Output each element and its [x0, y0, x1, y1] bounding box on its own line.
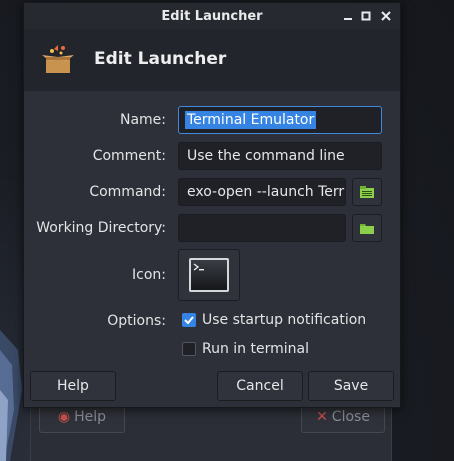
- header-title: Edit Launcher: [94, 49, 227, 69]
- startup-notification-checkbox[interactable]: [182, 313, 196, 327]
- background-help-label: Help: [74, 409, 107, 425]
- maximize-button[interactable]: [359, 9, 373, 23]
- help-button-label: Help: [57, 378, 89, 394]
- name-label: Name:: [119, 112, 166, 128]
- working-directory-browse-button[interactable]: [352, 214, 382, 242]
- dialog-header: Edit Launcher: [24, 29, 400, 91]
- name-field-value: Terminal Emulator: [185, 111, 317, 129]
- help-button[interactable]: Help: [30, 371, 116, 401]
- folder-icon: [360, 224, 374, 234]
- desktop: ◉ Help ✕ Close Edit Launcher Edit Launch…: [0, 0, 454, 461]
- save-button-label: Save: [333, 378, 369, 394]
- checkmark-icon: [184, 316, 194, 325]
- lifebuoy-icon: ◉: [57, 409, 71, 425]
- close-button[interactable]: [379, 9, 393, 23]
- run-in-terminal-label: Run in terminal: [202, 341, 309, 357]
- minimize-icon: [344, 18, 352, 20]
- command-label: Command:: [89, 184, 166, 200]
- command-field-value: exo-open --launch Terr: [187, 184, 345, 200]
- comment-field-value: Use the command line: [187, 148, 345, 164]
- command-field[interactable]: exo-open --launch Terr: [178, 178, 346, 206]
- launcher-package-icon: [42, 45, 74, 73]
- command-browse-icon: [360, 186, 374, 198]
- icon-picker-button[interactable]: [178, 249, 240, 301]
- save-button[interactable]: Save: [308, 371, 394, 401]
- window-title: Edit Launcher: [161, 8, 263, 24]
- run-in-terminal-checkbox[interactable]: [182, 342, 196, 356]
- working-directory-field[interactable]: [178, 214, 346, 242]
- title-bar[interactable]: Edit Launcher: [24, 3, 400, 29]
- run-in-terminal-option[interactable]: Run in terminal: [182, 341, 309, 357]
- comment-field[interactable]: Use the command line: [178, 142, 382, 170]
- name-field[interactable]: Terminal Emulator: [178, 106, 382, 134]
- edit-launcher-dialog: Edit Launcher Edit Launcher Name: Termin…: [23, 2, 401, 408]
- options-label: Options:: [107, 313, 166, 329]
- command-browse-button[interactable]: [352, 178, 382, 206]
- startup-notification-label: Use startup notification: [202, 312, 367, 328]
- comment-label: Comment:: [92, 148, 166, 164]
- minimize-button[interactable]: [341, 9, 355, 23]
- maximize-icon: [361, 11, 371, 21]
- close-icon: [381, 11, 391, 21]
- cancel-button-label: Cancel: [236, 378, 284, 394]
- terminal-icon: [189, 258, 229, 292]
- startup-notification-option[interactable]: Use startup notification: [182, 312, 366, 328]
- cancel-button[interactable]: Cancel: [217, 371, 303, 401]
- icon-label: Icon:: [132, 267, 166, 283]
- background-close-label: Close: [331, 409, 370, 425]
- close-x-icon: ✕: [316, 409, 328, 425]
- working-directory-label: Working Directory:: [36, 220, 166, 236]
